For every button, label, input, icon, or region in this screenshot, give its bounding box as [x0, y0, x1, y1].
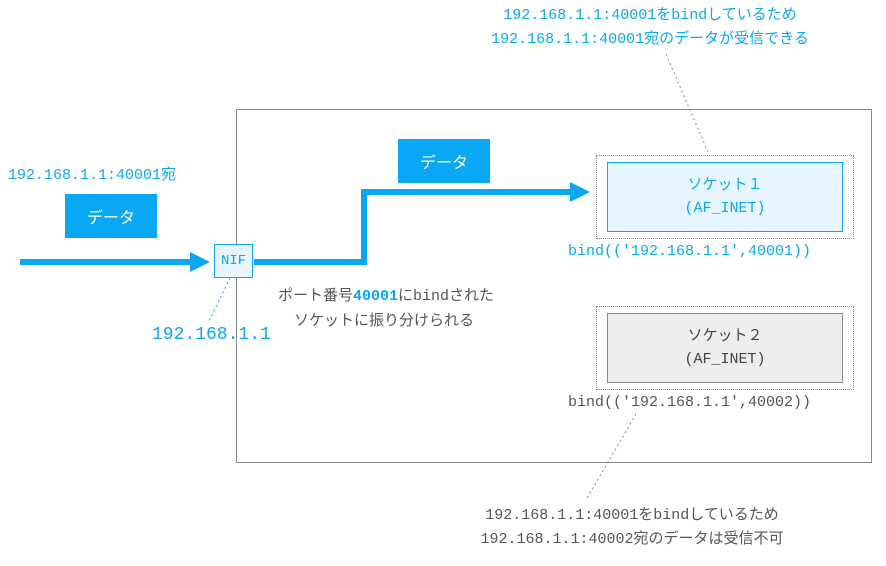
incoming-data-tag: データ — [65, 194, 157, 238]
routing-note-suffix: にbindされた — [398, 288, 494, 305]
routing-note: ポート番号40001にbindされた ソケットに振り分けられる — [278, 284, 494, 333]
nif-ip-label: 192.168.1.1 — [152, 325, 271, 345]
socket1-bind: bind(('192.168.1.1',40001)) — [568, 243, 811, 260]
socket2-box: ソケット２ (AF_INET) — [607, 313, 843, 383]
bottom-annotation: 192.168.1.1:40001をbindしているため 192.168.1.1… — [432, 504, 832, 552]
connector-top — [648, 54, 728, 154]
socket1-wrapper: ソケット１ (AF_INET) — [596, 155, 854, 239]
socket1-title: ソケット１ — [636, 173, 814, 197]
incoming-arrow — [20, 252, 210, 282]
connector-bottom — [578, 414, 658, 504]
inner-data-tag: データ — [398, 139, 490, 183]
bottom-annotation-line2: 192.168.1.1:40002宛のデータは受信不可 — [432, 528, 832, 552]
top-annotation-line2: 192.168.1.1:40001宛のデータが受信できる — [440, 28, 860, 52]
top-annotation: 192.168.1.1:40001をbindしているため 192.168.1.1… — [440, 4, 860, 52]
nif-ip-connector — [200, 278, 260, 328]
routing-arrow — [254, 178, 594, 278]
socket2-family: (AF_INET) — [636, 348, 814, 372]
socket2-wrapper: ソケット２ (AF_INET) — [596, 306, 854, 390]
socket2-title: ソケット２ — [636, 324, 814, 348]
routing-note-prefix: ポート番号 — [278, 287, 353, 304]
routing-note-line1: ポート番号40001にbindされた — [278, 284, 494, 309]
routing-note-line2: ソケットに振り分けられる — [278, 309, 494, 333]
socket1-family: (AF_INET) — [636, 197, 814, 221]
bottom-annotation-line1: 192.168.1.1:40001をbindしているため — [432, 504, 832, 528]
nif-box: NIF — [214, 244, 253, 278]
socket2-bind: bind(('192.168.1.1',40002)) — [568, 394, 811, 411]
socket1-box: ソケット１ (AF_INET) — [607, 162, 843, 232]
routing-note-port: 40001 — [353, 288, 398, 305]
incoming-dest-label: 192.168.1.1:40001宛 — [8, 163, 176, 184]
top-annotation-line1: 192.168.1.1:40001をbindしているため — [440, 4, 860, 28]
